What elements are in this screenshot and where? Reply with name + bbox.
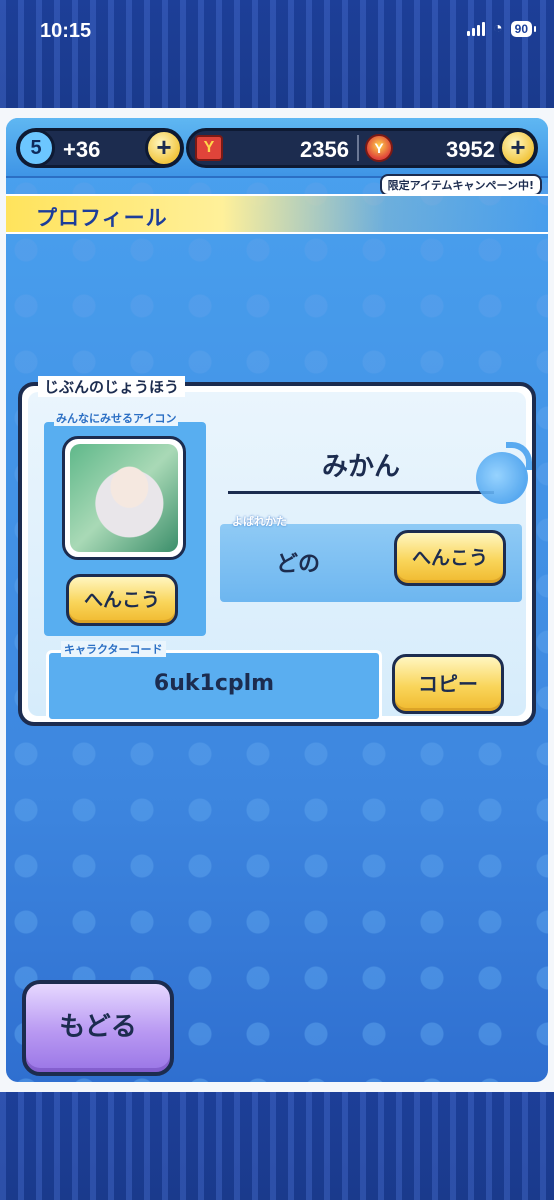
profile-info-inner: じぶんのじょうほう みんなにみせるアイコン へんこう みかん よばれかた どの … — [28, 376, 532, 722]
character-code-value: 6uk1cplm — [153, 671, 275, 696]
character-code-panel: キャラクターコード 6uk1cplm — [46, 641, 382, 722]
avatar — [62, 436, 186, 560]
change-icon-button[interactable]: へんこう — [66, 574, 178, 626]
change-callname-button[interactable]: へんこう — [394, 530, 506, 586]
add-stamina-button[interactable]: + — [145, 129, 183, 167]
icon-panel-label: みんなにみせるアイコン — [54, 410, 179, 426]
callname-value: どの — [276, 552, 321, 577]
stamina-value: +36 — [63, 137, 101, 162]
back-button[interactable]: もどる — [22, 980, 174, 1076]
game-frame: 5 +36 + Y 2356 Y 3952 + 限定アイテムキャンペーン中! プ… — [0, 108, 554, 1092]
y-money-value: 2356 — [300, 137, 349, 162]
callname-label: よばれかた — [232, 515, 287, 528]
stamina-counter: 5 +36 + — [16, 128, 184, 168]
y-money-icon: Y — [195, 135, 223, 161]
money-counter: Y 2356 Y 3952 + — [186, 128, 538, 168]
player-name: みかん — [321, 452, 400, 482]
currency-divider — [357, 135, 359, 161]
drop-icon — [476, 442, 532, 504]
cellular-signal-icon — [466, 22, 485, 36]
callname-panel: よばれかた どの へんこう — [220, 515, 522, 602]
profile-screen: 5 +36 + Y 2356 Y 3952 + 限定アイテムキャンペーン中! プ… — [6, 118, 548, 1082]
campaign-badge[interactable]: 限定アイテムキャンペーン中! — [379, 174, 542, 196]
y-coin-gem-icon: Y — [365, 134, 393, 162]
player-name-row: みかん — [228, 432, 494, 494]
status-bar: 10:15 ◔ 90 — [0, 0, 554, 60]
stamina-drop-icon: 5 — [17, 129, 55, 167]
page-title: プロフィール — [36, 206, 168, 230]
section-label: じぶんのじょうほう — [38, 376, 186, 397]
status-indicators: ◔ 90 — [466, 20, 537, 38]
profile-info-card: じぶんのじょうほう みんなにみせるアイコン へんこう みかん よばれかた どの … — [18, 376, 536, 726]
add-gem-button[interactable]: + — [499, 129, 537, 167]
status-time: 10:15 — [40, 20, 92, 42]
character-code-label: キャラクターコード — [61, 641, 166, 657]
battery-icon: 90 — [510, 21, 537, 37]
bottom-pattern-band — [0, 1092, 554, 1200]
currency-bar: 5 +36 + Y 2356 Y 3952 + 限定アイテムキャンペーン中! — [6, 118, 548, 196]
title-banner: プロフィール — [6, 194, 548, 234]
copy-button[interactable]: コピー — [392, 654, 504, 714]
wifi-icon: ◔ — [492, 20, 503, 37]
gem-value: 3952 — [446, 137, 495, 162]
icon-panel: みんなにみせるアイコン へんこう — [44, 410, 206, 636]
avatar-image — [70, 444, 178, 552]
